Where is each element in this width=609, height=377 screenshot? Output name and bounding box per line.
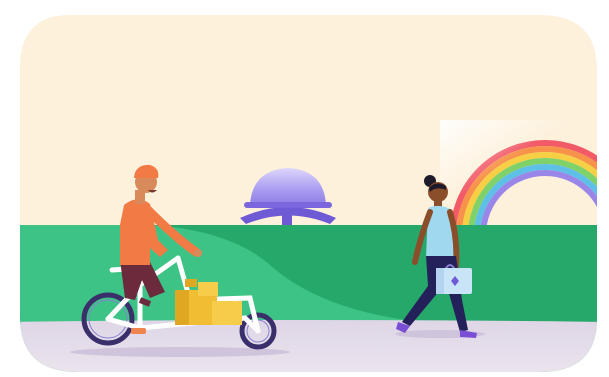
rider-shoe	[131, 328, 146, 334]
rounded-card-background	[20, 15, 597, 372]
illustration	[20, 15, 597, 372]
rainbow-fade	[440, 120, 570, 210]
shopping-bag	[436, 264, 472, 294]
